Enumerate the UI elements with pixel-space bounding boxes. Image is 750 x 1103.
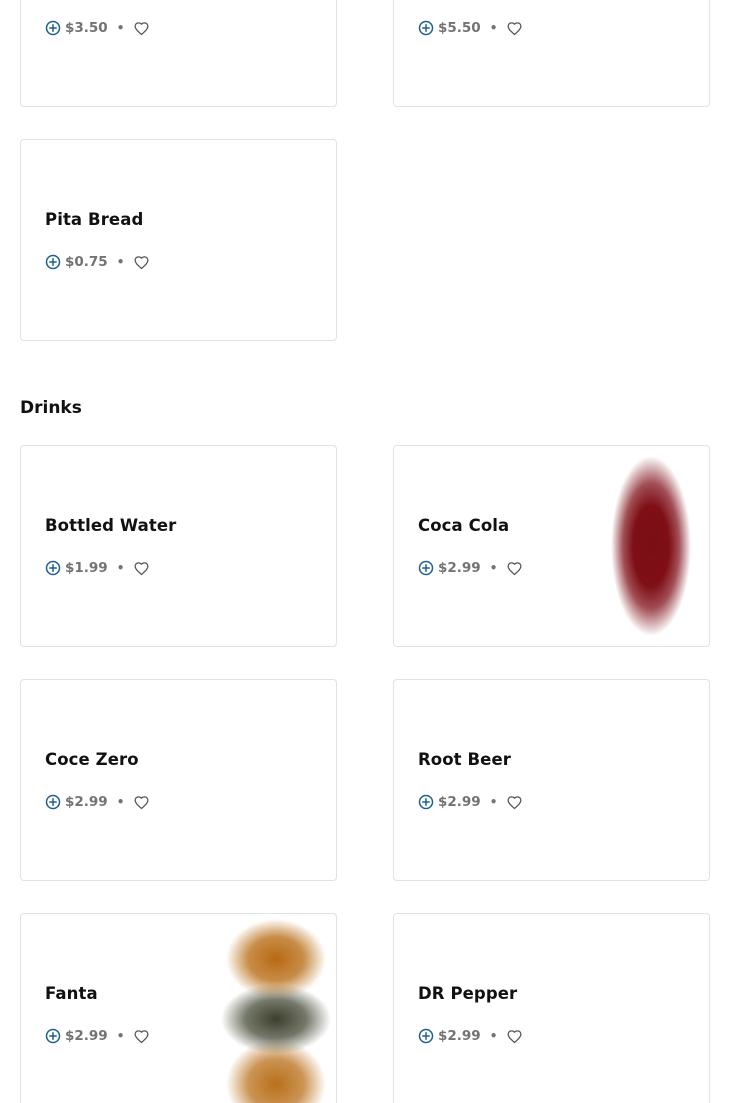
separator-dot: •: [489, 795, 498, 809]
plus-circle-icon[interactable]: [45, 254, 61, 270]
separator-dot: •: [116, 255, 125, 269]
menu-item-card[interactable]: $5.50 •: [393, 0, 710, 107]
item-price: $3.50: [65, 20, 108, 36]
separator-dot: •: [116, 561, 125, 575]
item-meta: $2.99 •: [45, 792, 150, 812]
item-name: Pita Bread: [45, 210, 144, 229]
item-price: $5.50: [438, 20, 481, 36]
plus-circle-icon[interactable]: [418, 794, 434, 810]
menu-item-card[interactable]: Pita Bread $0.75 •: [20, 139, 337, 341]
item-price: $0.75: [65, 254, 108, 270]
item-meta: $2.99 •: [418, 558, 523, 578]
item-price: $2.99: [438, 1028, 481, 1044]
separator-dot: •: [116, 1029, 125, 1043]
item-price: $2.99: [65, 1028, 108, 1044]
menu-item-card[interactable]: $3.50 •: [20, 0, 337, 107]
item-price: $2.99: [438, 560, 481, 576]
menu-item-card[interactable]: Fanta $2.99 •: [20, 913, 337, 1103]
heart-outline-icon[interactable]: [506, 20, 523, 37]
item-name: Bottled Water: [45, 516, 177, 535]
separator-dot: •: [489, 1029, 498, 1043]
item-name: Root Beer: [418, 750, 512, 769]
menu-item-card[interactable]: DR Pepper $2.99 •: [393, 913, 710, 1103]
heart-outline-icon[interactable]: [506, 1028, 523, 1045]
plus-circle-icon[interactable]: [45, 794, 61, 810]
heart-outline-icon[interactable]: [133, 20, 150, 37]
heart-outline-icon[interactable]: [506, 794, 523, 811]
heart-outline-icon[interactable]: [133, 1028, 150, 1045]
separator-dot: •: [489, 561, 498, 575]
item-meta: $2.99 •: [418, 792, 523, 812]
item-price: $2.99: [65, 794, 108, 810]
heart-outline-icon[interactable]: [506, 560, 523, 577]
menu-item-card[interactable]: Root Beer $2.99 •: [393, 679, 710, 881]
item-thumbnail: [549, 446, 709, 646]
plus-circle-icon[interactable]: [45, 20, 61, 36]
item-name: DR Pepper: [418, 984, 518, 1003]
separator-dot: •: [489, 21, 498, 35]
heart-outline-icon[interactable]: [133, 254, 150, 271]
menu-item-card[interactable]: Bottled Water $1.99 •: [20, 445, 337, 647]
plus-circle-icon[interactable]: [418, 560, 434, 576]
menu-item-card[interactable]: Coce Zero $2.99 •: [20, 679, 337, 881]
menu-page: $3.50 • $5.50 • Pita Bread $0.75 • Drink…: [0, 0, 750, 1103]
item-meta: $2.99 •: [418, 1026, 523, 1046]
separator-dot: •: [116, 21, 125, 35]
plus-circle-icon[interactable]: [45, 560, 61, 576]
item-meta: $1.99 •: [45, 558, 150, 578]
plus-circle-icon[interactable]: [45, 1028, 61, 1044]
item-thumbnail: [176, 914, 336, 1103]
plus-circle-icon[interactable]: [418, 1028, 434, 1044]
separator-dot: •: [116, 795, 125, 809]
item-name: Coca Cola: [418, 516, 510, 535]
heart-outline-icon[interactable]: [133, 794, 150, 811]
item-name: Fanta: [45, 984, 98, 1003]
plus-circle-icon[interactable]: [418, 20, 434, 36]
item-name: Coce Zero: [45, 750, 139, 769]
item-meta: $5.50 •: [418, 18, 523, 38]
item-meta: $0.75 •: [45, 252, 150, 272]
item-meta: $3.50 •: [45, 18, 150, 38]
item-price: $2.99: [438, 794, 481, 810]
section-title-drinks: Drinks: [20, 398, 82, 418]
item-price: $1.99: [65, 560, 108, 576]
menu-item-card[interactable]: Coca Cola $2.99 •: [393, 445, 710, 647]
heart-outline-icon[interactable]: [133, 560, 150, 577]
item-meta: $2.99 •: [45, 1026, 150, 1046]
